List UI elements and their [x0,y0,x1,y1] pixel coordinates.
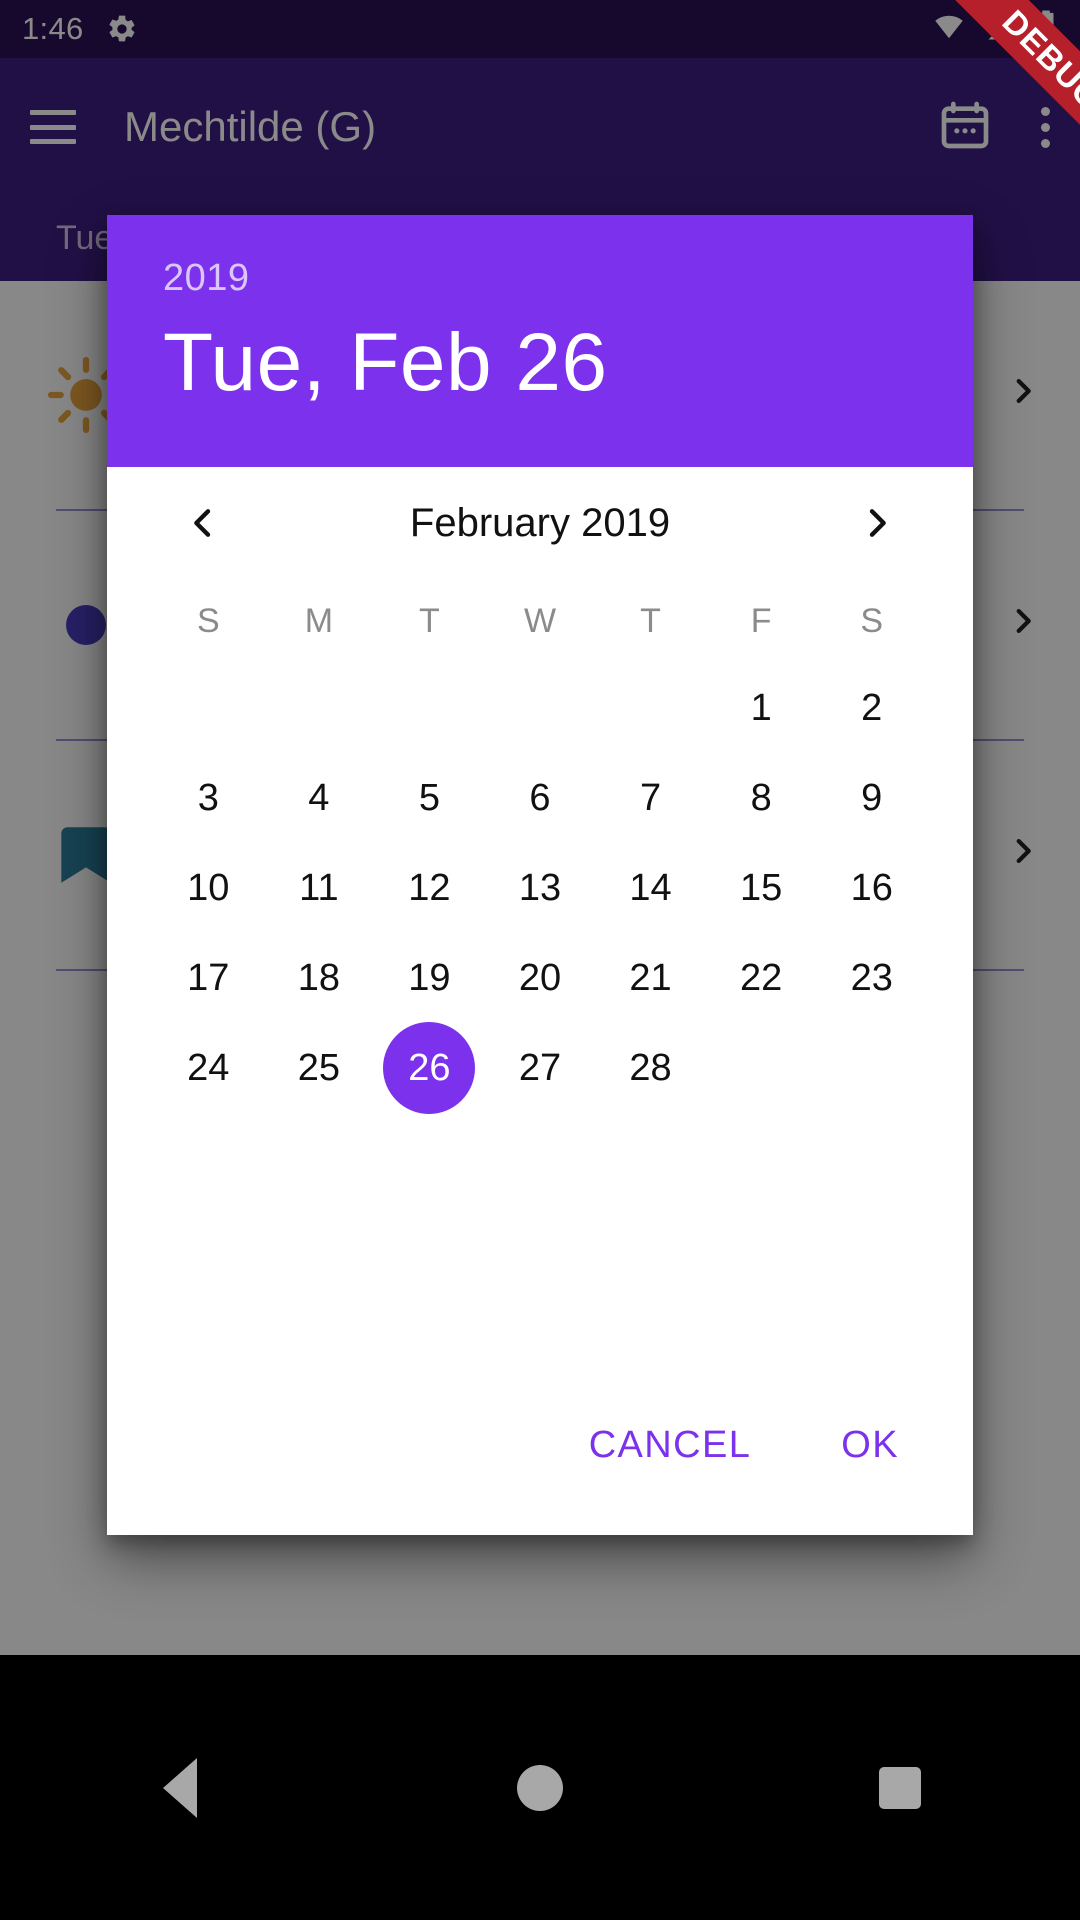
calendar-day-label: 17 [187,956,230,999]
calendar-day-label: 1 [750,686,772,729]
calendar-day-1[interactable]: 1 [706,687,817,730]
calendar-day-19[interactable]: 19 [374,957,485,1000]
calendar-day-7[interactable]: 7 [595,777,706,820]
weekday-header-row: S M T W T F S [153,579,927,663]
calendar-week-row: 3 4 5 6 7 8 9 [153,753,927,843]
calendar-week-row: 24 25 26 27 28 [153,1022,927,1114]
weekday-header: S [196,601,220,640]
weekday-header: F [750,601,772,640]
calendar-day-21[interactable]: 21 [595,957,706,1000]
android-nav-bar [0,1655,1080,1920]
calendar-day-6[interactable]: 6 [485,777,596,820]
calendar-day-label: 24 [187,1046,230,1089]
month-navigation: February 2019 [153,467,927,579]
calendar-day-label: 22 [739,956,783,999]
calendar-day-22[interactable]: 22 [706,957,817,1000]
calendar-day-13[interactable]: 13 [485,867,596,910]
selected-year[interactable]: 2019 [163,257,917,300]
month-year-label: February 2019 [409,500,671,545]
weekday-header: W [523,601,557,640]
calendar-day-label: 20 [518,956,562,999]
calendar-day-label: 11 [299,866,339,909]
calendar-day-8[interactable]: 8 [706,777,817,820]
calendar-day-label: 16 [850,866,893,909]
calendar-week-row: 12 [153,663,927,753]
calendar-day-12[interactable]: 12 [374,867,485,910]
calendar-day-label: 13 [518,866,562,909]
calendar-week-row: 17 18 19 20 21 22 23 [153,933,927,1023]
ok-button[interactable]: OK [823,1410,917,1481]
calendar-day-3[interactable]: 3 [153,777,264,820]
nav-home-icon[interactable] [480,1728,600,1848]
calendar-day-label: 6 [529,776,551,819]
weekday-header: T [640,601,661,640]
calendar-day-17[interactable]: 17 [153,957,264,1000]
calendar-day-14[interactable]: 14 [595,867,706,910]
calendar-day-label: 27 [518,1046,562,1089]
calendar-day-27[interactable]: 27 [485,1047,596,1090]
date-picker-body: February 2019 S M T W T F S 1 2 3 4 5 6 7 8 9 10 1… [107,467,973,1114]
calendar-day-4[interactable]: 4 [264,777,375,820]
calendar-day-label: 4 [308,776,330,819]
calendar-day-label: 9 [861,776,883,819]
nav-back-icon[interactable] [120,1728,240,1848]
calendar-day-26[interactable]: 26 [374,1022,485,1114]
calendar-day-16[interactable]: 16 [816,867,927,910]
calendar-day-9[interactable]: 9 [816,777,927,820]
phone-screen: 1:46 Mechtilde (G) Tue 2019 Tue, Feb 26 … [0,0,1080,1920]
calendar-grid: 1 2 3 4 5 6 7 8 9 10 11 12 13 14 15 16 17 18 19 20 21 22 23 24 2… [153,663,927,1114]
calendar-day-11[interactable]: 11 [264,867,375,910]
weekday-header: S [860,601,884,640]
calendar-day-label: 28 [629,1046,672,1089]
chevron-left-icon[interactable] [167,487,239,559]
calendar-day-28[interactable]: 28 [595,1047,706,1090]
calendar-day-label: 14 [629,866,672,909]
calendar-day-label: 10 [187,866,230,909]
date-picker-dialog: 2019 Tue, Feb 26 February 2019 S M T W T… [107,215,973,1535]
calendar-day-label: 12 [408,866,451,909]
calendar-day-label: 7 [639,776,662,819]
calendar-day-label: 19 [408,956,451,999]
calendar-week-row: 10 11 12 13 14 15 16 [153,843,927,933]
calendar-day-label: 5 [418,776,440,819]
weekday-header: M [304,601,334,640]
weekday-header: T [419,601,440,640]
calendar-day-label: 18 [297,956,340,999]
calendar-day-label: 2 [861,686,883,729]
nav-recents-icon[interactable] [840,1728,960,1848]
calendar-day-label: 15 [739,866,783,909]
chevron-right-icon[interactable] [841,487,913,559]
calendar-day-18[interactable]: 18 [264,957,375,1000]
cancel-button[interactable]: CANCEL [571,1410,770,1481]
calendar-day-label: 21 [629,956,672,999]
calendar-day-label: 3 [197,776,219,819]
calendar-day-23[interactable]: 23 [816,957,927,1000]
calendar-day-label: 26 [408,1046,451,1089]
calendar-day-label: 23 [850,956,893,999]
calendar-day-label: 25 [297,1046,340,1089]
selected-date-label[interactable]: Tue, Feb 26 [163,316,917,410]
calendar-day-label: 8 [750,776,772,819]
calendar-day-25[interactable]: 25 [264,1047,375,1090]
date-picker-header: 2019 Tue, Feb 26 [107,215,973,467]
calendar-day-24[interactable]: 24 [153,1047,264,1090]
calendar-day-5[interactable]: 5 [374,777,485,820]
dialog-actions: CANCEL OK [107,1355,973,1535]
calendar-day-20[interactable]: 20 [485,957,596,1000]
calendar-day-10[interactable]: 10 [153,867,264,910]
calendar-day-2[interactable]: 2 [816,687,927,730]
calendar-day-15[interactable]: 15 [706,867,817,910]
